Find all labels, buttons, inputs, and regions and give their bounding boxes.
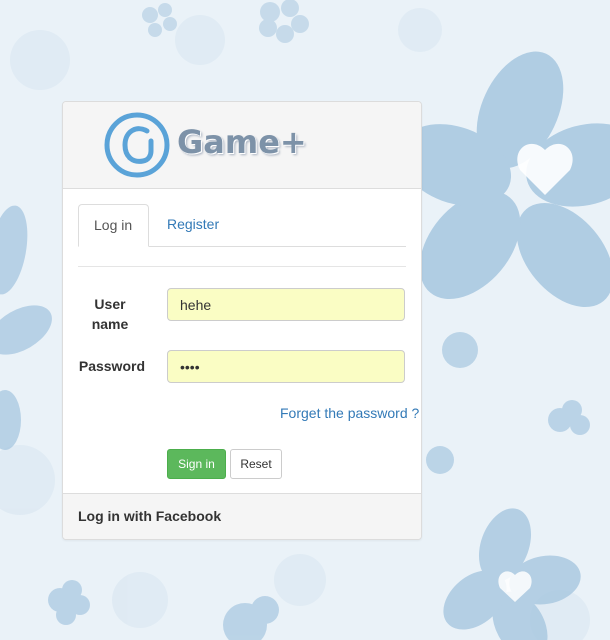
username-label: User name <box>91 296 129 332</box>
forgot-password-link[interactable]: Forget the password ? <box>280 405 419 421</box>
panel-footer: Log in with Facebook <box>63 493 421 539</box>
panel-header: Game+ <box>63 102 421 189</box>
tab-login[interactable]: Log in <box>78 204 149 247</box>
facebook-login-link[interactable]: Log in with Facebook <box>78 507 221 525</box>
game-plus-logo-icon <box>104 112 170 178</box>
sign-in-button[interactable]: Sign in <box>167 449 226 479</box>
tab-register[interactable]: Register <box>152 204 234 245</box>
auth-tabs: Log in Register <box>78 204 406 247</box>
username-input[interactable] <box>167 288 405 321</box>
brand-name: Game+ <box>177 123 307 161</box>
password-label: Password <box>78 358 145 374</box>
reset-button[interactable]: Reset <box>230 449 282 479</box>
password-input[interactable] <box>167 350 405 383</box>
form-divider <box>78 266 406 267</box>
login-panel: Game+ Log in Register User name Password… <box>62 101 422 540</box>
